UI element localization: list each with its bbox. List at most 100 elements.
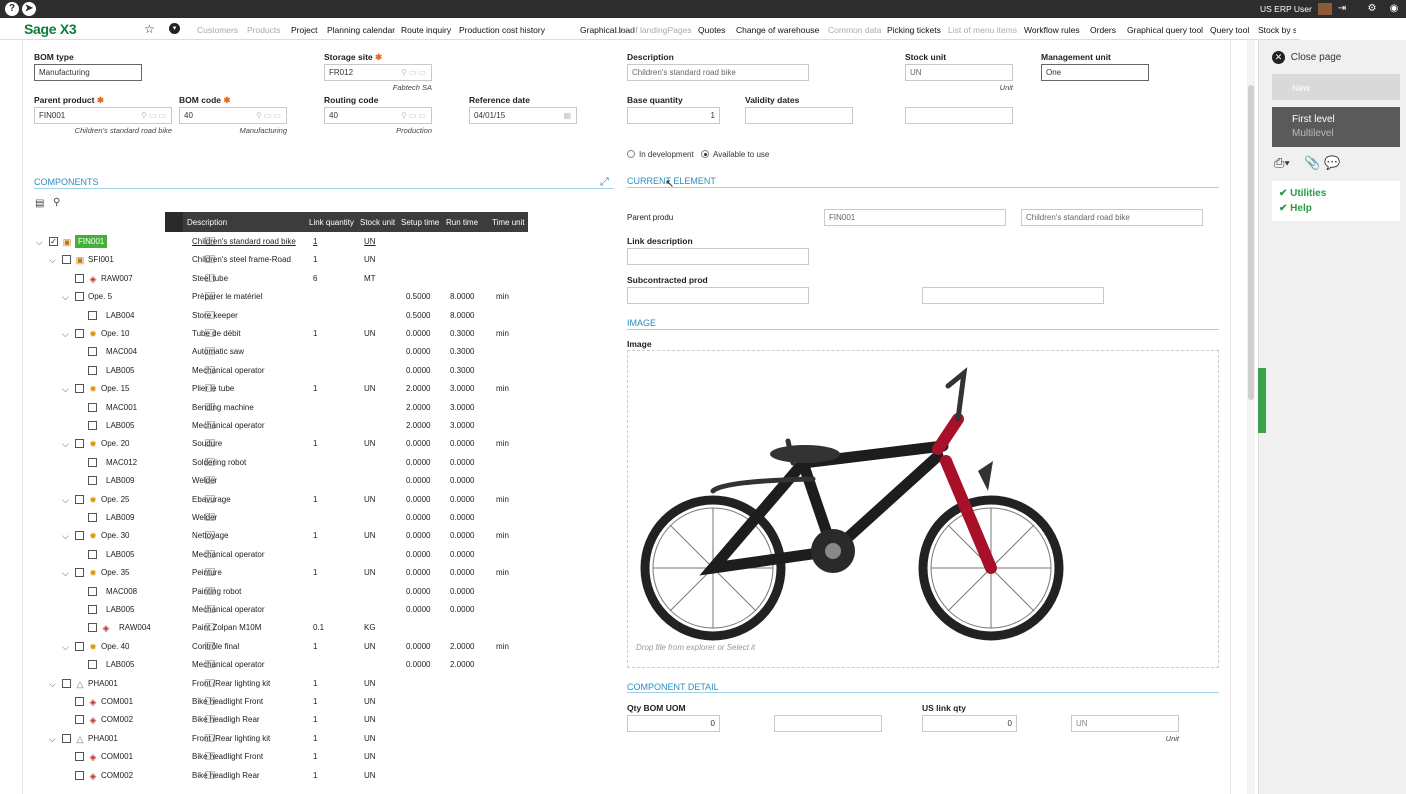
sage-logo[interactable]: Sage X3 — [24, 21, 77, 37]
table-row[interactable]: ◈ COM001 Bike headlight Front 1 UN — [34, 693, 634, 711]
chevron-down-icon[interactable]: ⌵ — [49, 734, 56, 745]
node-code[interactable]: MAC008 — [106, 587, 137, 596]
settings-icon[interactable]: ⚙ — [1366, 3, 1378, 15]
table-row[interactable]: ⌵ ✓ ▣ FIN001 Children's standard road bike 1 U… — [34, 233, 634, 251]
node-code[interactable]: COM002 — [101, 715, 133, 724]
nav-item[interactable]: Quotes — [698, 25, 725, 35]
nav-item[interactable]: Picking tickets — [887, 25, 941, 35]
col-header[interactable]: Stock unit — [360, 218, 395, 227]
table-row[interactable]: LAB005 Mechanical operator 0.0000 0.0000 — [34, 546, 634, 564]
base-qty-field[interactable]: 1 — [627, 107, 720, 124]
row-checkbox[interactable] — [88, 476, 97, 486]
col-header[interactable]: Time unit — [492, 218, 525, 227]
radio-available[interactable]: Available to use — [701, 150, 769, 159]
qty-bom-uom-field[interactable]: 0 — [627, 715, 720, 732]
node-code[interactable]: Ope. 40 — [101, 642, 129, 651]
table-row[interactable]: ⌵ ▣ SFI001 Children's steel frame-Road 1 UN — [34, 251, 634, 269]
node-code[interactable]: Ope. 20 — [101, 439, 129, 448]
avatar[interactable] — [1318, 3, 1332, 15]
node-code[interactable]: LAB005 — [106, 366, 134, 375]
row-checkbox[interactable] — [88, 457, 97, 467]
subcontracted-desc-field[interactable] — [922, 287, 1104, 304]
level-selector[interactable]: First level Multilevel — [1272, 107, 1400, 147]
chevron-down-icon[interactable]: ⌵ — [49, 255, 56, 266]
table-row[interactable]: ⌵ Ope. 5 Préparer le matériel 0.5000 8.0000 m… — [34, 288, 634, 306]
nav-item[interactable]: Common data — [828, 25, 881, 35]
row-checkbox[interactable] — [75, 329, 84, 338]
table-row[interactable]: ⌵ ✹ Ope. 15 Plier le tube 1 UN 2.0000 3.0000 min — [34, 380, 634, 398]
node-code[interactable]: RAW004 — [119, 623, 151, 632]
row-checkbox[interactable] — [75, 770, 84, 780]
node-code[interactable]: COM001 — [101, 697, 133, 706]
row-checkbox[interactable] — [88, 586, 97, 596]
node-code[interactable]: Ope. 5 — [88, 292, 112, 301]
node-code[interactable]: SFI001 — [88, 255, 114, 264]
us-unit-field[interactable]: UN — [1071, 715, 1179, 732]
reference-date-field[interactable]: 04/01/15 ▦ — [469, 107, 577, 124]
row-checkbox[interactable] — [75, 568, 84, 578]
table-row[interactable]: ◈ COM002 Bike headligh Rear 1 UN — [34, 711, 634, 729]
nav-item[interactable]: List of landingPages — [615, 25, 692, 35]
nav-item[interactable]: Workflow rules — [1024, 25, 1080, 35]
table-row[interactable]: MAC004 Automatic saw 0.0000 0.3000 — [34, 343, 634, 361]
stock-unit-field[interactable]: UN — [905, 64, 1013, 81]
subcontracted-field[interactable] — [627, 287, 809, 304]
row-checkbox[interactable] — [75, 697, 84, 706]
close-page-button[interactable]: ✕ Close page — [1272, 51, 1400, 67]
node-code[interactable]: MAC012 — [106, 458, 137, 467]
nav-item[interactable]: Production cost history — [459, 25, 545, 35]
nav-item[interactable]: Query tool — [1210, 25, 1249, 35]
mgmt-unit-field[interactable]: One — [1041, 64, 1149, 81]
validity-start-field[interactable] — [745, 107, 853, 124]
node-code[interactable]: LAB005 — [106, 550, 134, 559]
table-row[interactable]: ⌵ △ PHA001 Front /Rear lighting kit 1 UN — [34, 675, 634, 693]
table-row[interactable]: ⌵ ✹ Ope. 20 Soudure 1 UN 0.0000 0.0000 min — [34, 435, 634, 453]
current-parent-code[interactable]: FIN001 — [824, 209, 1006, 226]
print-icon[interactable]: ⎙▾ — [1274, 155, 1290, 171]
row-checkbox[interactable] — [75, 273, 84, 283]
sidebar-toggle[interactable] — [1258, 368, 1266, 433]
image-dropzone[interactable]: Drop file from explorer or Select it — [627, 350, 1219, 668]
table-row[interactable]: LAB005 Mechanical operator 0.0000 0.3000 — [34, 362, 634, 380]
nav-item[interactable]: Products — [247, 25, 281, 35]
table-row[interactable]: ⌵ ✹ Ope. 35 Peinture 1 UN 0.0000 0.0000 min — [34, 564, 634, 582]
row-checkbox[interactable] — [88, 549, 97, 559]
node-code[interactable]: COM001 — [101, 752, 133, 761]
table-row[interactable]: ⌵ ✹ Ope. 25 Ebavurage 1 UN 0.0000 0.0000 min — [34, 491, 634, 509]
cell-description[interactable]: Children's standard road bike — [192, 237, 296, 246]
user-name[interactable]: US ERP User — [1260, 4, 1312, 14]
row-checkbox[interactable] — [88, 421, 97, 430]
attachment-icon[interactable]: 📎 — [1304, 155, 1320, 171]
node-code[interactable]: LAB005 — [106, 421, 134, 430]
row-checkbox[interactable]: ✓ — [49, 237, 58, 246]
node-code[interactable]: Ope. 30 — [101, 531, 129, 540]
node-code[interactable]: Ope. 15 — [101, 384, 129, 393]
row-checkbox[interactable] — [75, 439, 84, 449]
node-code[interactable]: LAB009 — [106, 513, 134, 522]
row-checkbox[interactable] — [88, 347, 97, 357]
storage-site-field[interactable]: FR012 ⚲▭▭ — [324, 64, 432, 81]
nav-item[interactable]: Route inquiry — [401, 25, 451, 35]
row-checkbox[interactable] — [62, 733, 71, 743]
row-checkbox[interactable] — [88, 365, 97, 375]
us-link-qty-field[interactable]: 0 — [922, 715, 1017, 732]
new-button[interactable]: New — [1272, 74, 1400, 100]
node-code[interactable]: LAB009 — [106, 476, 134, 485]
row-checkbox[interactable] — [75, 494, 84, 504]
chevron-down-icon[interactable]: ⌵ — [62, 495, 69, 506]
navigate-icon[interactable]: ➤ — [22, 2, 36, 16]
table-row[interactable]: ⌵ ✹ Ope. 30 Nettoyage 1 UN 0.0000 0.0000 min — [34, 527, 634, 545]
routing-code-field[interactable]: 40 ⚲▭▭ — [324, 107, 432, 124]
row-checkbox[interactable] — [88, 402, 97, 412]
row-checkbox[interactable] — [62, 678, 71, 688]
table-row[interactable]: ◈ COM001 Bike headlight Front 1 UN — [34, 748, 634, 766]
node-code[interactable]: RAW007 — [101, 274, 133, 283]
table-row[interactable]: MAC012 Soldering robot 0.0000 0.0000 — [34, 454, 634, 472]
table-row[interactable]: LAB005 Mechanical operator 0.0000 0.0000 — [34, 601, 634, 619]
table-row[interactable]: LAB009 Welder 0.0000 0.0000 — [34, 472, 634, 490]
node-code[interactable]: PHA001 — [88, 679, 118, 688]
validity-end-field[interactable] — [905, 107, 1013, 124]
multilevel-option[interactable]: Multilevel — [1292, 128, 1400, 139]
link-description-field[interactable] — [627, 248, 809, 265]
current-parent-desc[interactable]: Children's standard road bike — [1021, 209, 1203, 226]
